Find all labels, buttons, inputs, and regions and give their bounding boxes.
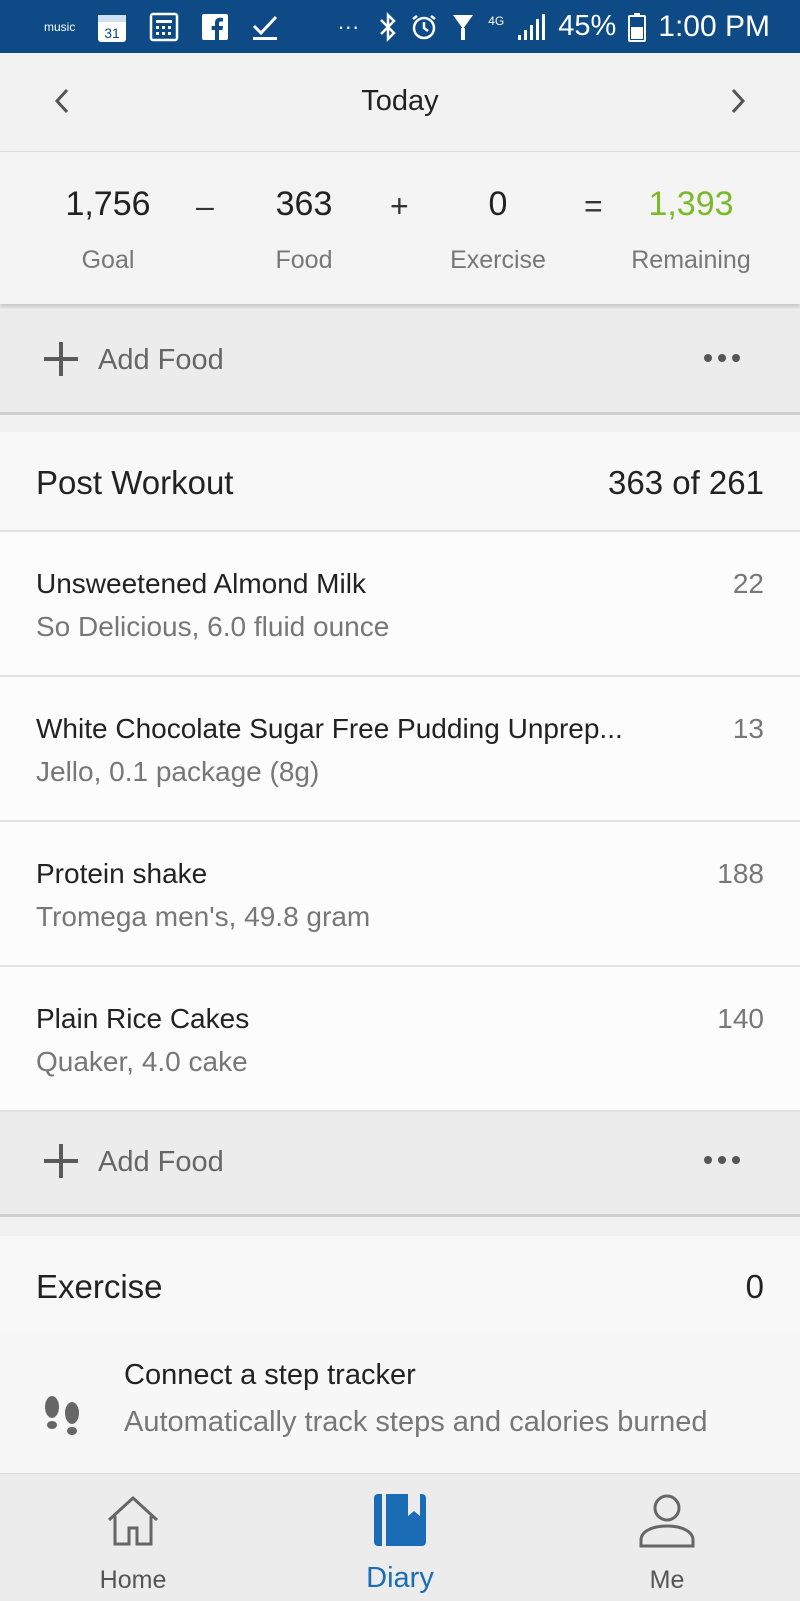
- calorie-summary[interactable]: 1,756 Goal – 363 Food + 0 Exercise = 1,3…: [0, 152, 800, 304]
- signal-icon: [516, 13, 546, 41]
- home-icon: [107, 1495, 159, 1546]
- section-title: Post Workout: [36, 464, 234, 501]
- hotspot-icon: [450, 12, 476, 42]
- plus-icon: [44, 342, 78, 376]
- calendar-icon: 31: [97, 11, 127, 43]
- exercise-header[interactable]: Exercise 0: [0, 1236, 800, 1336]
- check-icon: [251, 13, 279, 41]
- tab-label: Me: [649, 1566, 685, 1594]
- remaining-value: 1,393: [648, 185, 734, 223]
- food-description: Quaker, 4.0 cake: [36, 1046, 248, 1077]
- section-calories: 0: [745, 1268, 764, 1305]
- clock: 1:00 PM: [658, 9, 770, 43]
- food-item-row[interactable]: White Chocolate Sugar Free Pudding Unpre…: [0, 677, 800, 822]
- food-item-row[interactable]: Unsweetened Almond Milk So Delicious, 6.…: [0, 532, 800, 677]
- date-navigation: Today: [0, 53, 800, 153]
- plus-operator: +: [390, 188, 409, 224]
- next-day-button[interactable]: [718, 81, 758, 121]
- tab-me[interactable]: Me: [567, 1474, 767, 1601]
- food-description: Tromega men's, 49.8 gram: [36, 901, 371, 932]
- more-options-icon[interactable]: [704, 354, 740, 362]
- bottom-navigation: Home Diary Me: [0, 1473, 800, 1601]
- tab-diary[interactable]: Diary: [300, 1474, 500, 1601]
- food-name: Plain Rice Cakes: [36, 1003, 250, 1034]
- tab-label: Home: [99, 1566, 167, 1594]
- alarm-icon: [410, 13, 438, 41]
- exercise-label: Exercise: [450, 246, 546, 274]
- footprints-icon: [45, 1396, 79, 1435]
- food-name: Unsweetened Almond Milk: [36, 568, 366, 599]
- food-name: White Chocolate Sugar Free Pudding Unpre…: [36, 713, 623, 744]
- food-value: 363: [275, 185, 333, 223]
- add-food-bar[interactable]: Add Food: [0, 310, 800, 415]
- plus-icon: [44, 1144, 78, 1178]
- post-workout-header[interactable]: Post Workout 363 of 261: [0, 432, 800, 532]
- food-calories: 188: [717, 858, 764, 889]
- step-tracker-prompt[interactable]: Connect a step tracker Automatically tra…: [0, 1333, 800, 1473]
- status-right-icons: 4G 45% 1:00 PM: [378, 0, 770, 53]
- network-type: 4G: [488, 13, 505, 28]
- diary-icon: [374, 1494, 426, 1546]
- equals-operator: =: [584, 188, 603, 224]
- battery-percent: 45%: [558, 10, 617, 42]
- food-item-row[interactable]: Plain Rice Cakes Quaker, 4.0 cake 140: [0, 967, 800, 1112]
- add-food-label: Add Food: [98, 1146, 224, 1178]
- date-title[interactable]: Today: [0, 85, 800, 118]
- more-dots: ···: [337, 13, 360, 39]
- status-left-icons: music 31 ···: [44, 0, 359, 53]
- goal-value: 1,756: [65, 185, 151, 223]
- section-title: Exercise: [36, 1268, 163, 1305]
- exercise-column: 0 Exercise: [438, 185, 558, 275]
- music-icon-label: music: [44, 19, 76, 34]
- food-description: So Delicious, 6.0 fluid ounce: [36, 611, 390, 642]
- goal-label: Goal: [81, 246, 135, 274]
- add-food-label: Add Food: [98, 344, 224, 376]
- battery-icon: [628, 12, 647, 42]
- status-bar: music 31 ··· 4G 45% 1:00 PM: [0, 0, 800, 53]
- tracker-description: Automatically track steps and calories b…: [124, 1406, 708, 1438]
- tab-label: Diary: [366, 1562, 434, 1594]
- chevron-right-icon: [731, 88, 746, 114]
- food-calories: 13: [732, 713, 764, 744]
- food-calories: 22: [732, 568, 764, 599]
- music-icon: music: [44, 20, 75, 34]
- goal-column: 1,756 Goal: [48, 185, 168, 275]
- facebook-icon: [201, 13, 229, 41]
- bluetooth-icon: [378, 11, 398, 42]
- food-item-row[interactable]: Protein shake Tromega men's, 49.8 gram 1…: [0, 822, 800, 967]
- food-calories: 140: [717, 1003, 764, 1034]
- calculator-icon: [149, 12, 179, 42]
- minus-operator: –: [196, 188, 214, 224]
- add-food-bar[interactable]: Add Food: [0, 1112, 800, 1217]
- food-column: 363 Food: [244, 185, 364, 275]
- tracker-title: Connect a step tracker: [124, 1359, 416, 1391]
- food-description: Jello, 0.1 package (8g): [36, 756, 320, 787]
- food-name: Protein shake: [36, 858, 208, 889]
- tab-home[interactable]: Home: [33, 1474, 233, 1601]
- calendar-day: 31: [105, 25, 121, 41]
- remaining-column: 1,393 Remaining: [620, 185, 762, 275]
- food-label: Food: [275, 246, 333, 274]
- remaining-label: Remaining: [631, 246, 751, 274]
- person-icon: [639, 1494, 695, 1548]
- exercise-value: 0: [488, 185, 508, 223]
- more-options-icon[interactable]: [704, 1156, 740, 1164]
- more-icon: ···: [337, 14, 359, 40]
- section-calories: 363 of 261: [608, 464, 764, 501]
